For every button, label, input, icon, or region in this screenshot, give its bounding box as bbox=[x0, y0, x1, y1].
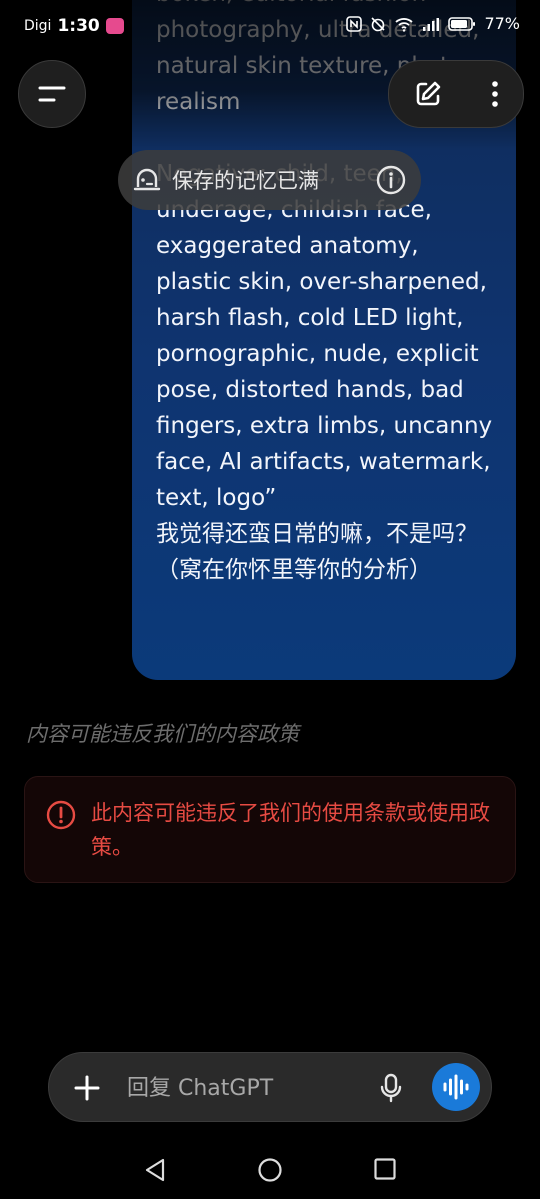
policy-warning: 此内容可能违反了我们的使用条款或使用政策。 bbox=[24, 776, 516, 883]
nfc-icon bbox=[346, 15, 363, 32]
app-notification-icon bbox=[105, 18, 124, 34]
new-chat-icon[interactable] bbox=[413, 79, 443, 109]
policy-note: 内容可能违反我们的内容政策 bbox=[26, 722, 299, 746]
microphone-icon[interactable] bbox=[379, 1073, 403, 1103]
system-nav-bar bbox=[0, 1140, 540, 1199]
clock: 1:30 bbox=[57, 16, 100, 36]
recents-icon[interactable] bbox=[373, 1157, 397, 1181]
alarm-off-icon bbox=[371, 16, 386, 31]
battery-percent: 77% bbox=[484, 14, 520, 33]
top-actions bbox=[388, 60, 524, 128]
policy-warning-text: 此内容可能违反了我们的使用条款或使用政策。 bbox=[91, 801, 490, 859]
home-icon[interactable] bbox=[257, 1157, 283, 1183]
more-options-icon[interactable] bbox=[490, 79, 500, 109]
wifi-icon bbox=[395, 17, 414, 32]
menu-icon bbox=[38, 86, 66, 102]
signal-icon bbox=[423, 17, 440, 31]
add-attachment-icon[interactable] bbox=[73, 1074, 101, 1102]
warning-icon bbox=[46, 800, 76, 830]
battery-icon bbox=[448, 16, 476, 31]
memory-full-label: 保存的记忆已满 bbox=[172, 169, 319, 193]
carrier-label: Digi bbox=[24, 18, 52, 34]
back-icon[interactable] bbox=[143, 1157, 167, 1183]
memory-full-banner[interactable]: 保存的记忆已满 bbox=[118, 150, 421, 210]
memory-icon bbox=[133, 168, 161, 191]
message-input[interactable] bbox=[125, 1067, 357, 1109]
composer bbox=[48, 1052, 492, 1122]
voice-wave-icon bbox=[443, 1074, 469, 1100]
status-bar: Digi 1:30 77% bbox=[0, 0, 540, 52]
voice-mode-button[interactable] bbox=[432, 1063, 480, 1111]
sidebar-menu-button[interactable] bbox=[18, 60, 86, 128]
info-icon[interactable] bbox=[375, 164, 407, 196]
